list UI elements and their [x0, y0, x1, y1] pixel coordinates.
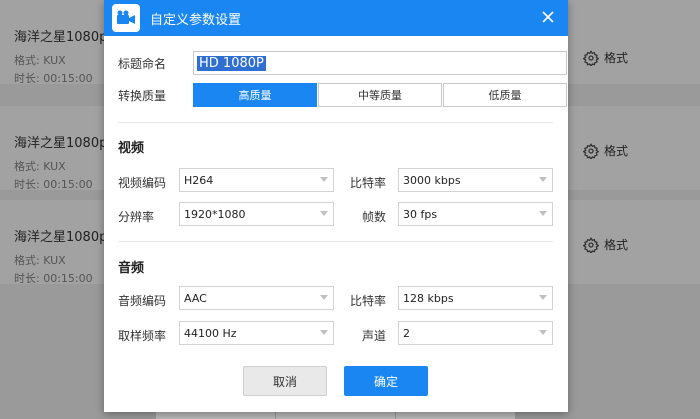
video-codec-value: H264: [184, 173, 214, 187]
video-codec-label: 视频编码: [118, 176, 167, 190]
format-button[interactable]: 格式: [583, 236, 628, 253]
video-bitrate-label: 比特率: [350, 176, 387, 190]
title-name-row: 标题命名 HD 1080P: [118, 51, 567, 75]
audio-codec-label: 音频编码: [118, 294, 167, 308]
sample-rate-label: 取样频率: [118, 329, 167, 343]
gear-icon: [583, 49, 599, 66]
video-bitrate-select[interactable]: 3000 kbps: [398, 168, 553, 192]
file-duration: 时长: 00:15:00: [14, 272, 93, 285]
fps-label: 帧数: [362, 210, 387, 224]
ok-button[interactable]: 确定: [344, 366, 428, 396]
file-format: 格式: KUX: [14, 54, 66, 67]
video-codec-select[interactable]: H264: [179, 168, 334, 192]
resolution-select[interactable]: 1920*1080: [179, 202, 334, 226]
chevron-down-icon: [539, 330, 547, 335]
close-icon[interactable]: [540, 9, 556, 25]
divider: [118, 241, 553, 242]
channel-label: 声道: [362, 329, 387, 343]
quality-option-low[interactable]: 低质量: [443, 83, 567, 107]
channel-value: 2: [403, 326, 410, 340]
chevron-down-icon: [539, 295, 547, 300]
audio-bitrate-value: 128 kbps: [403, 291, 454, 305]
audio-bitrate-label: 比特率: [350, 294, 387, 308]
quality-option-medium[interactable]: 中等质量: [318, 83, 442, 107]
title-name-input[interactable]: HD 1080P: [193, 51, 567, 75]
sample-rate-value: 44100 Hz: [184, 326, 237, 340]
chevron-down-icon: [539, 211, 547, 216]
fps-select[interactable]: 30 fps: [398, 202, 553, 226]
chevron-down-icon: [320, 211, 328, 216]
title-name-label: 标题命名: [118, 56, 167, 71]
video-bitrate-value: 3000 kbps: [403, 173, 461, 187]
dialog-titlebar: 自定义参数设置: [104, 0, 568, 36]
channel-select[interactable]: 2: [398, 321, 553, 345]
format-button-label: 格式: [604, 51, 629, 65]
file-duration: 时长: 00:15:00: [14, 72, 93, 85]
resolution-label: 分辨率: [118, 210, 155, 224]
title-name-value: HD 1080P: [197, 55, 266, 71]
audio-codec-select[interactable]: AAC: [179, 286, 334, 310]
resolution-value: 1920*1080: [184, 207, 246, 221]
file-format: 格式: KUX: [14, 160, 66, 173]
fps-value: 30 fps: [403, 207, 438, 221]
audio-section-title: 音频: [118, 261, 145, 276]
quality-option-high[interactable]: 高质量: [193, 83, 317, 107]
chevron-down-icon: [320, 295, 328, 300]
gear-icon: [583, 236, 599, 253]
gear-icon: [583, 142, 599, 159]
video-camera-icon: [112, 4, 140, 32]
quality-segmented-control: 高质量 中等质量 低质量: [193, 83, 567, 107]
file-duration: 时长: 00:15:00: [14, 178, 93, 191]
file-format: 格式: KUX: [14, 254, 66, 267]
divider: [118, 122, 553, 123]
dialog-title: 自定义参数设置: [150, 12, 242, 28]
audio-codec-value: AAC: [184, 291, 207, 305]
chevron-down-icon: [320, 330, 328, 335]
quality-row: 转换质量 高质量 中等质量 低质量: [118, 83, 567, 107]
quality-label: 转换质量: [118, 88, 167, 103]
sample-rate-select[interactable]: 44100 Hz: [179, 321, 334, 345]
chevron-down-icon: [320, 177, 328, 182]
cancel-button[interactable]: 取消: [243, 366, 327, 396]
audio-bitrate-select[interactable]: 128 kbps: [398, 286, 553, 310]
custom-params-dialog: 自定义参数设置 标题命名 HD 1080P 转换质量 高质量 中等质量 低质量 …: [104, 0, 568, 412]
format-button[interactable]: 格式: [583, 49, 628, 66]
format-button-label: 格式: [604, 144, 629, 158]
video-section-title: 视频: [118, 141, 145, 156]
format-button[interactable]: 格式: [583, 142, 628, 159]
chevron-down-icon: [539, 177, 547, 182]
format-button-label: 格式: [604, 238, 629, 252]
